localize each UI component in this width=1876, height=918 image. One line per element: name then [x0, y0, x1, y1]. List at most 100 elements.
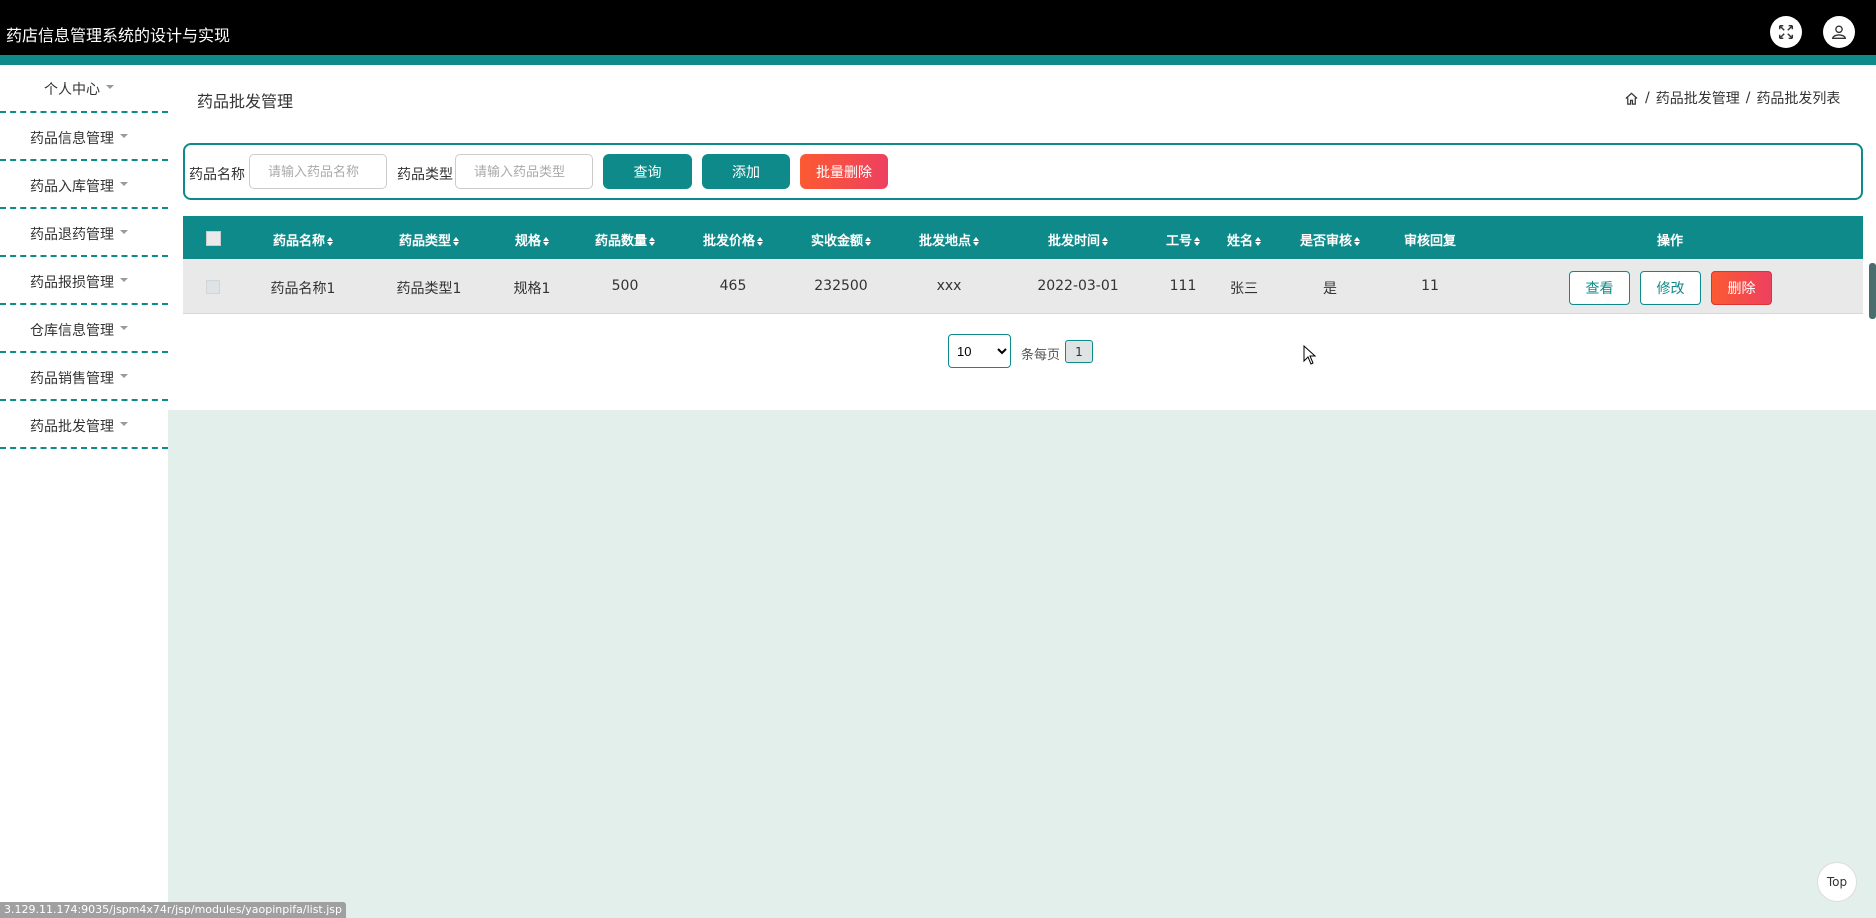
column-header-text: 药品名称: [272, 234, 326, 249]
sidebar-item-text: 仓库信息管理: [30, 323, 114, 339]
sidebar-item-text: 药品信息管理: [30, 131, 114, 147]
column-header-person[interactable]: 姓名: [1226, 230, 1262, 249]
sort-icon: [973, 237, 980, 246]
column-header-text: 批发价格: [702, 234, 756, 249]
header-accent-bar: [0, 55, 1876, 65]
column-header-actions: 操作: [1656, 234, 1684, 249]
column-header-reply: 审核回复: [1403, 234, 1457, 249]
cell-person: 张三: [1230, 281, 1258, 297]
sidebar-item-label: 药品退药管理: [30, 224, 128, 244]
top-header: [0, 0, 1876, 65]
column-header-quantity[interactable]: 药品数量: [594, 230, 656, 249]
sidebar-item-label: 药品信息管理: [30, 128, 128, 148]
home-icon[interactable]: [1624, 91, 1639, 106]
sort-icon: [1194, 237, 1201, 246]
sidebar-item-text: 药品销售管理: [30, 371, 114, 387]
sidebar-item-drug-wholesale[interactable]: 药品批发管理: [0, 401, 168, 449]
sidebar-item-drug-info[interactable]: 药品信息管理: [0, 113, 168, 161]
sidebar-item-label: 仓库信息管理: [30, 320, 128, 340]
table-header: 药品名称 药品类型 规格 药品数量 批发价格 实收金额 批发地点 批发时间 工号…: [183, 216, 1863, 259]
cell-reply: 11: [1421, 278, 1439, 294]
column-header-text: 批发时间: [1047, 234, 1101, 249]
page-number-button[interactable]: 1: [1065, 340, 1093, 363]
column-header-text: 规格: [514, 234, 542, 249]
select-all-checkbox[interactable]: [206, 231, 221, 246]
column-header-job-no[interactable]: 工号: [1165, 230, 1201, 249]
breadcrumb: / 药品批发管理 / 药品批发列表: [1624, 88, 1840, 108]
breadcrumb-item-wholesale-management[interactable]: 药品批发管理: [1656, 88, 1740, 108]
sidebar-item-warehouse[interactable]: 仓库信息管理: [0, 305, 168, 353]
column-header-spec[interactable]: 规格: [514, 230, 550, 249]
caret-down-icon: [120, 326, 128, 330]
app-title: 药店信息管理系统的设计与实现: [6, 26, 231, 45]
sort-icon: [453, 237, 460, 246]
sidebar-item-label: 药品报损管理: [30, 272, 128, 292]
status-bar-url: 3.129.11.174:9035/jspm4x74r/jsp/modules/…: [0, 902, 347, 918]
column-header-reviewed[interactable]: 是否审核: [1299, 230, 1361, 249]
drug-name-label: 药品名称: [189, 167, 245, 183]
caret-down-icon: [120, 374, 128, 378]
sort-icon: [757, 237, 764, 246]
column-header-amount[interactable]: 实收金额: [811, 230, 872, 249]
breadcrumb-separator: /: [1745, 90, 1751, 106]
sidebar-item-personal-center[interactable]: 个人中心: [0, 65, 168, 113]
cell-reviewed: 是: [1323, 281, 1337, 297]
user-profile-button[interactable]: [1823, 16, 1855, 48]
search-form: 药品名称 药品类型 查询 添加 批量删除: [183, 143, 1863, 200]
fullscreen-button[interactable]: [1770, 16, 1802, 48]
sidebar-item-drug-loss[interactable]: 药品报损管理: [0, 257, 168, 305]
sidebar-item-drug-sales[interactable]: 药品销售管理: [0, 353, 168, 401]
breadcrumb-item-wholesale-list: 药品批发列表: [1756, 91, 1841, 107]
sort-icon: [543, 237, 550, 246]
delete-button[interactable]: 删除: [1711, 271, 1772, 305]
query-button[interactable]: 查询: [603, 154, 692, 189]
scrollbar-thumb[interactable]: [1869, 263, 1876, 319]
sort-icon: [1354, 237, 1361, 246]
drug-name-input[interactable]: [249, 154, 387, 189]
add-button[interactable]: 添加: [702, 154, 790, 189]
per-page-label: 条每页: [1021, 348, 1061, 363]
column-header-drug-type[interactable]: 药品类型: [399, 230, 460, 249]
caret-down-icon: [120, 230, 128, 234]
column-header-price[interactable]: 批发价格: [702, 230, 764, 249]
batch-delete-button[interactable]: 批量删除: [800, 154, 888, 189]
caret-down-icon: [120, 134, 128, 138]
column-header-text: 姓名: [1226, 234, 1254, 249]
cell-quantity: 500: [611, 278, 639, 294]
sort-icon: [327, 237, 334, 246]
breadcrumb-separator: /: [1645, 90, 1650, 106]
cell-job-no: 111: [1169, 278, 1197, 294]
sidebar-item-label: 个人中心: [44, 79, 114, 99]
expand-icon: [1778, 24, 1794, 40]
sidebar-item-drug-return[interactable]: 药品退药管理: [0, 209, 168, 257]
sort-icon: [1255, 237, 1262, 246]
back-to-top-button[interactable]: Top: [1817, 862, 1857, 902]
caret-down-icon: [106, 85, 114, 89]
caret-down-icon: [120, 422, 128, 426]
sidebar-item-text: 药品报损管理: [30, 275, 114, 291]
page-title: 药品批发管理: [197, 92, 294, 111]
sidebar-item-text: 药品退药管理: [30, 227, 114, 243]
column-header-text: 批发地点: [918, 234, 972, 249]
drug-type-input[interactable]: [455, 154, 593, 189]
column-header-text: 药品数量: [594, 234, 648, 249]
column-header-text: 是否审核: [1299, 234, 1353, 249]
row-checkbox[interactable]: [206, 280, 220, 294]
sidebar-item-text: 个人中心: [44, 82, 100, 98]
sidebar-item-label: 药品批发管理: [30, 416, 128, 436]
edit-button[interactable]: 修改: [1640, 271, 1701, 305]
column-header-text: 工号: [1165, 234, 1193, 249]
cell-drug-name: 药品名称1: [270, 281, 336, 297]
cell-location: xxx: [936, 278, 962, 294]
column-header-location[interactable]: 批发地点: [918, 230, 980, 249]
sort-icon: [1102, 237, 1109, 246]
column-header-time[interactable]: 批发时间: [1047, 230, 1109, 249]
page-size-select[interactable]: 10: [948, 334, 1011, 368]
sort-icon: [865, 237, 872, 246]
cell-amount: 232500: [814, 278, 868, 294]
cell-time: 2022-03-01: [1037, 278, 1119, 294]
sidebar-item-drug-stock-in[interactable]: 药品入库管理: [0, 161, 168, 209]
drug-type-label: 药品类型: [397, 167, 453, 183]
column-header-drug-name[interactable]: 药品名称: [272, 230, 334, 249]
view-button[interactable]: 查看: [1569, 271, 1630, 305]
